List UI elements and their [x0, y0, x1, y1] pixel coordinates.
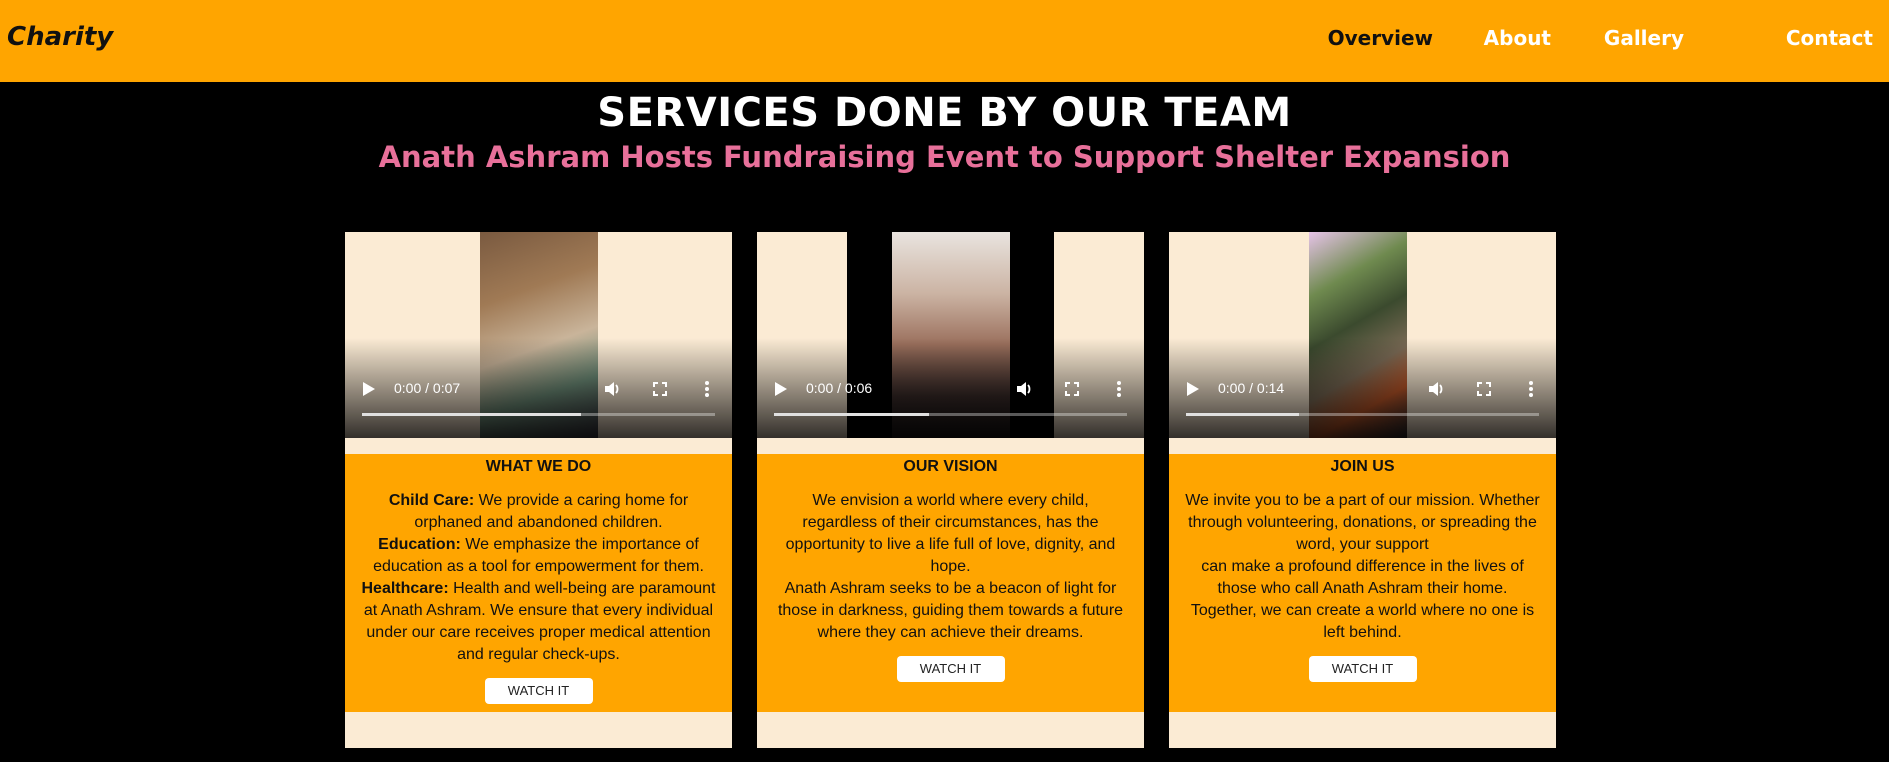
play-icon[interactable] — [1187, 382, 1199, 396]
video-time: 0:00 / 0:14 — [1218, 380, 1285, 396]
fullscreen-icon[interactable] — [1477, 382, 1491, 396]
card-join-us: 0:00 / 0:14 JOIN US We invite you to be … — [1169, 232, 1556, 748]
nav-link-about[interactable]: About — [1484, 26, 1551, 50]
vision-text-1: We envision a world where every child, r… — [785, 492, 1116, 575]
play-icon[interactable] — [775, 382, 787, 396]
nav-link-overview[interactable]: Overview — [1328, 26, 1433, 50]
card-what-we-do: 0:00 / 0:07 WHAT WE DO Child Care: We pr… — [345, 232, 732, 748]
item-label: Child Care: — [388, 492, 475, 509]
video-time: 0:00 / 0:06 — [806, 380, 873, 396]
section-subtitle: Anath Ashram Hosts Fundraising Event to … — [378, 140, 1511, 174]
nav-link-gallery[interactable]: Gallery — [1604, 26, 1684, 50]
video-time: 0:00 / 0:07 — [394, 380, 461, 396]
video-progress-fill — [362, 413, 581, 416]
nav-link-contact[interactable]: Contact — [1786, 26, 1873, 50]
more-options-icon[interactable] — [1117, 380, 1121, 398]
video-player[interactable]: 0:00 / 0:07 — [345, 232, 732, 438]
video-progress-track[interactable] — [362, 413, 715, 416]
item-label: Education: — [378, 536, 461, 553]
card-text: Child Care: We provide a caring home for… — [361, 490, 716, 666]
more-options-icon[interactable] — [705, 380, 709, 398]
fullscreen-icon[interactable] — [1065, 382, 1079, 396]
card-title: WHAT WE DO — [485, 458, 592, 475]
video-progress-track[interactable] — [774, 413, 1127, 416]
card-text: We envision a world where every child, r… — [773, 490, 1128, 644]
card-title: OUR VISION — [903, 458, 998, 475]
section-title: SERVICES DONE BY OUR TEAM — [597, 90, 1292, 136]
vision-text-2: Anath Ashram seeks to be a beacon of lig… — [777, 580, 1124, 641]
card-content: JOIN US We invite you to be a part of ou… — [1169, 454, 1556, 712]
volume-icon[interactable] — [1015, 380, 1033, 398]
join-text-1: We invite you to be a part of our missio… — [1185, 492, 1540, 553]
card-text: We invite you to be a part of our missio… — [1185, 490, 1540, 644]
volume-icon[interactable] — [1427, 380, 1445, 398]
volume-icon[interactable] — [603, 380, 621, 398]
watch-it-button[interactable]: WATCH IT — [1308, 656, 1417, 682]
join-text-2: can make a profound difference in the li… — [1190, 558, 1535, 641]
card-content: WHAT WE DO Child Care: We provide a cari… — [345, 454, 732, 712]
video-player[interactable]: 0:00 / 0:14 — [1169, 232, 1556, 438]
video-player[interactable]: 0:00 / 0:06 — [757, 232, 1144, 438]
services-section: SERVICES DONE BY OUR TEAM Anath Ashram H… — [0, 82, 1889, 762]
card-content: OUR VISION We envision a world where eve… — [757, 454, 1144, 712]
video-progress-fill — [1186, 413, 1299, 416]
brand-logo[interactable]: Charity — [7, 22, 113, 52]
video-progress-track[interactable] — [1186, 413, 1539, 416]
item-label: Healthcare: — [361, 580, 449, 597]
watch-it-button[interactable]: WATCH IT — [896, 656, 1005, 682]
navbar: Charity Overview About Gallery Contact — [0, 0, 1889, 82]
card-title: JOIN US — [1330, 458, 1395, 475]
fullscreen-icon[interactable] — [653, 382, 667, 396]
card-our-vision: 0:00 / 0:06 OUR VISION We envision a wor… — [757, 232, 1144, 748]
watch-it-button[interactable]: WATCH IT — [484, 678, 593, 704]
play-icon[interactable] — [363, 382, 375, 396]
more-options-icon[interactable] — [1529, 380, 1533, 398]
video-progress-fill — [774, 413, 930, 416]
